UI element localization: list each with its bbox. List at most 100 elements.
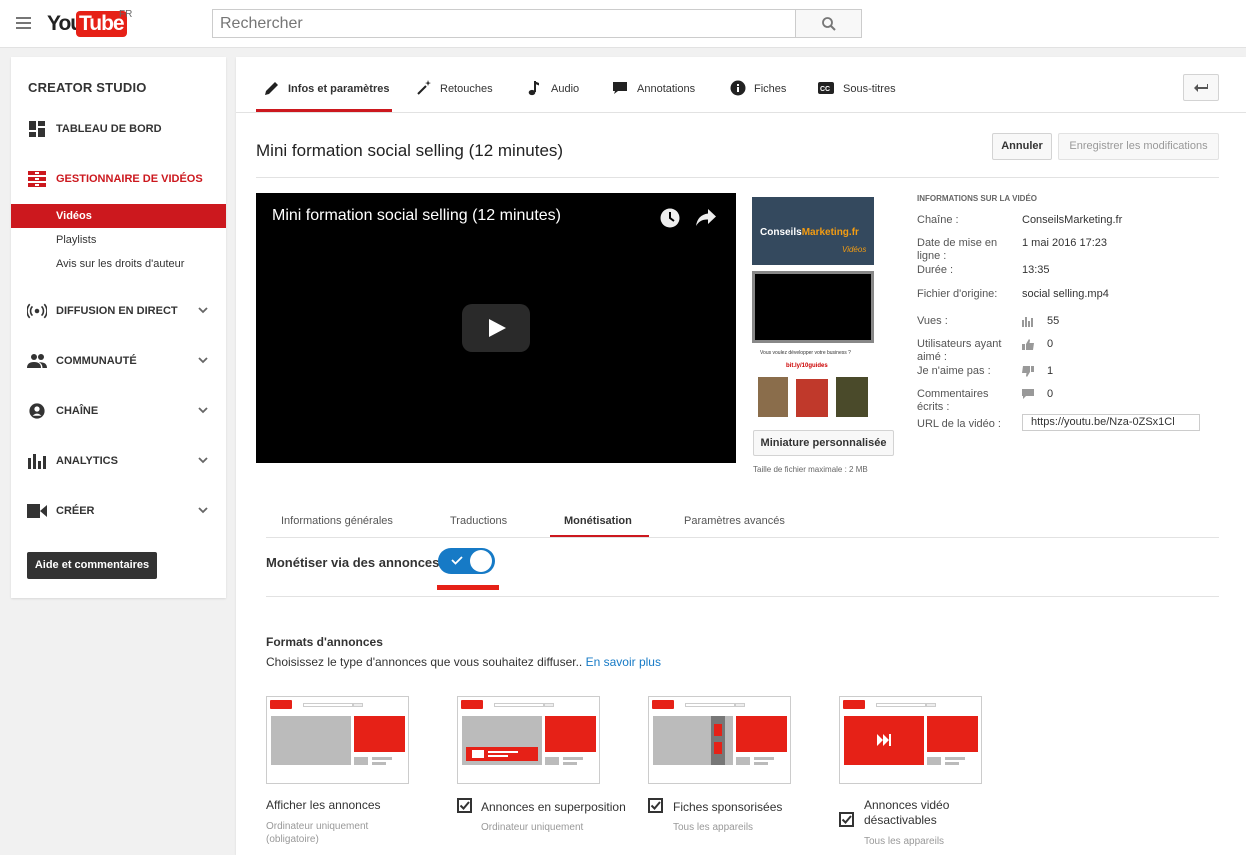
checkmark-icon — [459, 801, 470, 810]
sidebar-item-dashboard[interactable]: TABLEAU DE BORD — [11, 114, 226, 144]
sidebar-item-playlists[interactable]: Playlists — [11, 228, 226, 252]
video-area — [844, 716, 924, 765]
format-sub-overlay: Ordinateur uniquement — [481, 822, 584, 833]
tab-translations[interactable]: Traductions — [436, 502, 536, 538]
bar-chart-icon — [1022, 317, 1033, 327]
learn-more-link[interactable]: En savoir plus — [586, 655, 661, 669]
sidebar-item-create[interactable]: CRÉER — [11, 496, 226, 526]
sidebar-item-video-manager[interactable]: GESTIONNAIRE DE VIDÉOS — [11, 164, 226, 194]
monetize-toggle[interactable] — [438, 548, 495, 574]
thumbs-down-icon — [1022, 366, 1034, 377]
thumbnail-option-1[interactable]: ConseilsMarketing.fr Vidéos — [752, 197, 874, 265]
divider — [266, 596, 1219, 597]
monetize-label: Monétiser via des annonces — [266, 555, 440, 570]
max-file-size-note: Taille de fichier maximale : 2 MB — [753, 465, 868, 474]
sidebar-item-community[interactable]: COMMUNAUTÉ — [11, 346, 226, 376]
main-panel: Infos et paramètres Retouches Audio Anno… — [236, 57, 1246, 855]
tab-subtitles[interactable]: CC Sous-titres — [810, 57, 910, 112]
tab-monetization[interactable]: Monétisation — [550, 502, 649, 538]
save-changes-button[interactable]: Enregistrer les modifications — [1058, 133, 1219, 160]
format-name-sponsored: Fiches sponsorisées — [673, 800, 783, 814]
youtube-mini-logo — [652, 700, 674, 709]
closed-captions-icon: CC — [818, 82, 834, 94]
tab-enhancements[interactable]: Retouches — [408, 57, 518, 112]
play-button[interactable] — [462, 304, 530, 352]
format-sub-sponsored: Tous les appareils — [673, 822, 754, 833]
ad-format-card-sponsored — [648, 696, 791, 784]
video-manager-icon — [28, 171, 46, 187]
search-button[interactable] — [795, 9, 862, 38]
format-name-display: Afficher les annonces — [266, 798, 381, 812]
display-ad-block — [545, 716, 596, 752]
info-icon — [730, 80, 746, 96]
live-broadcast-icon — [27, 303, 47, 319]
youtube-mini-logo — [270, 700, 292, 709]
dashboard-icon — [29, 121, 45, 137]
watch-later-icon[interactable] — [660, 208, 680, 228]
tab-general-info[interactable]: Informations générales — [266, 502, 416, 538]
account-icon — [29, 403, 45, 419]
chevron-down-icon — [198, 357, 208, 364]
display-ad-block — [927, 716, 978, 752]
help-feedback-button[interactable]: Aide et commentaires — [27, 552, 157, 579]
sidebar-item-videos[interactable]: Vidéos — [11, 204, 226, 228]
video-settings-subtabs: Informations générales Traductions Monét… — [266, 502, 1219, 538]
video-player[interactable]: Mini formation social selling (12 minute… — [256, 193, 736, 463]
video-camera-icon — [27, 504, 47, 518]
cancel-button[interactable]: Annuler — [992, 133, 1052, 160]
search-input[interactable]: Rechercher — [212, 9, 796, 38]
sidebar-item-live[interactable]: DIFFUSION EN DIRECT — [11, 296, 226, 326]
checkmark-icon — [841, 815, 852, 824]
chevron-down-icon — [198, 457, 208, 464]
thumbnail-option-2-selected[interactable] — [752, 271, 874, 343]
tab-audio[interactable]: Audio — [518, 57, 598, 112]
menu-icon[interactable] — [16, 17, 31, 29]
format-sub-skippable: Tous les appareils — [864, 836, 945, 847]
ad-format-card-overlay — [457, 696, 600, 784]
community-icon — [27, 354, 47, 368]
tab-info-settings[interactable]: Infos et paramètres — [256, 57, 392, 112]
format-name-skippable: Annonces vidéo désactivables — [864, 798, 950, 827]
tabs-divider — [236, 112, 1246, 113]
checkmark-icon — [650, 801, 661, 810]
chevron-down-icon — [198, 507, 208, 514]
display-ad-block — [354, 716, 405, 752]
ad-format-card-skippable — [839, 696, 982, 784]
format-sub-display: Ordinateur uniquement (obligatoire) — [266, 821, 369, 845]
video-area — [653, 716, 733, 765]
thumbnail-option-3[interactable]: Vous voulez développer votre business ? … — [752, 349, 874, 419]
svg-text:CC: CC — [820, 86, 830, 93]
checkbox-skippable[interactable] — [839, 812, 854, 827]
youtube-mini-logo — [461, 700, 483, 709]
sidebar-item-copyright[interactable]: Avis sur les droits d'auteur — [11, 252, 226, 276]
tab-advanced-settings[interactable]: Paramètres avancés — [670, 502, 800, 538]
video-area — [462, 716, 542, 765]
editor-tabs: Infos et paramètres Retouches Audio Anno… — [256, 57, 1231, 112]
divider — [266, 537, 1219, 538]
share-icon[interactable] — [695, 208, 717, 228]
music-note-icon — [528, 81, 539, 96]
highlight-underline — [437, 585, 499, 590]
sidebar-item-analytics[interactable]: ANALYTICS — [11, 446, 226, 476]
toggle-knob — [470, 550, 492, 572]
player-title: Mini formation social selling (12 minute… — [272, 207, 561, 224]
chevron-down-icon — [198, 307, 208, 314]
format-name-overlay: Annonces en superposition — [481, 800, 626, 814]
checkmark-icon — [451, 556, 463, 565]
video-area — [271, 716, 351, 765]
back-arrow-icon — [1194, 83, 1208, 92]
video-url-field[interactable]: https://youtu.be/Nza-0ZSx1Cl — [1022, 414, 1200, 431]
sidebar-item-channel[interactable]: CHAÎNE — [11, 396, 226, 426]
sidebar-title: CREATOR STUDIO — [28, 80, 147, 95]
checkbox-overlay[interactable] — [457, 798, 472, 813]
page-title: Mini formation social selling (12 minute… — [256, 141, 564, 160]
checkbox-sponsored[interactable] — [648, 798, 663, 813]
tab-annotations[interactable]: Annotations — [604, 57, 714, 112]
youtube-mini-logo — [843, 700, 865, 709]
custom-thumbnail-button[interactable]: Miniature personnalisée — [753, 430, 894, 456]
analytics-icon — [28, 454, 46, 469]
back-button[interactable] — [1183, 74, 1219, 101]
tab-cards[interactable]: Fiches — [722, 57, 802, 112]
thumbs-up-icon — [1022, 339, 1034, 350]
ad-format-card-display — [266, 696, 409, 784]
